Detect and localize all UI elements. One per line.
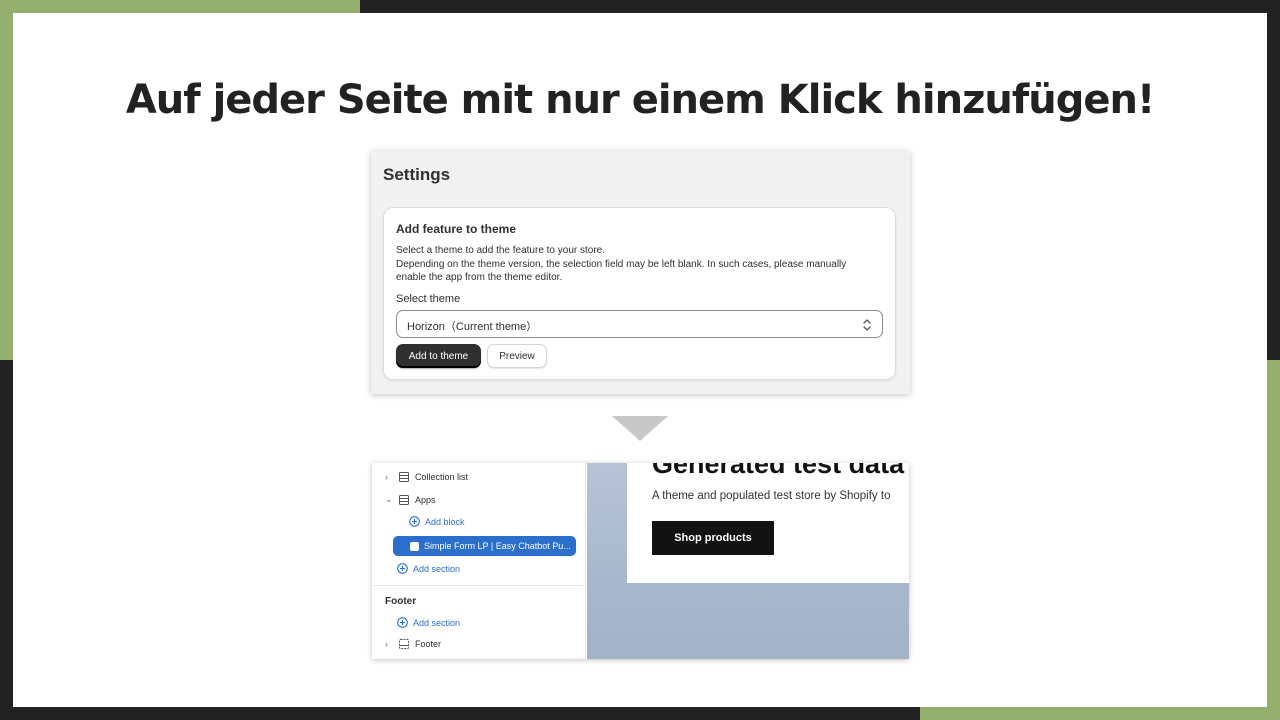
- description-line: Depending on the theme version, the sele…: [396, 258, 847, 270]
- theme-select[interactable]: Horizon（Current theme）: [396, 310, 883, 338]
- plus-circle-icon: [397, 563, 408, 574]
- sidebar-item-apps[interactable]: ⌄ Apps: [385, 494, 436, 505]
- settings-panel: Settings Add feature to theme Select a t…: [371, 151, 910, 394]
- store-preview: Generated test data A theme and populate…: [587, 463, 909, 659]
- app-icon: [410, 542, 419, 551]
- add-block-link[interactable]: Add block: [409, 516, 465, 527]
- theme-select-value: Horizon（Current theme）: [407, 321, 538, 333]
- footer-group-heading: Footer: [385, 596, 417, 607]
- sidebar-item-label: Collection list: [415, 472, 469, 482]
- hero-title: Generated test data: [652, 463, 905, 479]
- description-line: enable the app from the theme editor.: [396, 272, 563, 283]
- section-icon: [399, 494, 409, 505]
- plus-circle-icon: [409, 516, 420, 527]
- sidebar-item-label: Apps: [415, 494, 436, 505]
- shop-products-button[interactable]: Shop products: [652, 521, 774, 555]
- sidebar-item-footer[interactable]: › Footer: [385, 639, 441, 649]
- section-icon: [399, 472, 409, 482]
- preview-button[interactable]: Preview: [487, 344, 547, 368]
- add-footer-section-link[interactable]: Add section: [397, 617, 460, 628]
- sidebar-item-selected-app[interactable]: Simple Form LP | Easy Chatbot Pu...: [393, 536, 576, 556]
- card-description: Select a theme to add the feature to you…: [396, 244, 891, 285]
- add-block-label: Add block: [425, 516, 465, 527]
- add-section-link[interactable]: Add section: [397, 563, 460, 574]
- hero-subtitle: A theme and populated test store by Shop…: [652, 490, 891, 502]
- down-arrow-icon: [612, 416, 668, 441]
- plus-circle-icon: [397, 617, 408, 628]
- headline: Auf jeder Seite mit nur einem Klick hinz…: [125, 77, 1155, 123]
- theme-editor: › Collection list ⌄ Apps Add block Simpl…: [372, 463, 909, 659]
- sidebar-item-label: Footer: [415, 639, 442, 649]
- card-title: Add feature to theme: [396, 222, 517, 236]
- hero-card: Generated test data A theme and populate…: [627, 463, 909, 583]
- chevron-up-down-icon: [863, 319, 871, 331]
- editor-sidebar: › Collection list ⌄ Apps Add block Simpl…: [372, 463, 586, 659]
- add-feature-card: Add feature to theme Select a theme to a…: [383, 207, 896, 380]
- add-to-theme-button[interactable]: Add to theme: [396, 344, 481, 368]
- divider: [372, 585, 585, 586]
- slide: Auf jeder Seite mit nur einem Klick hinz…: [13, 13, 1267, 707]
- add-section-label: Add section: [413, 563, 461, 574]
- select-theme-label: Select theme: [396, 293, 461, 305]
- chevron-right-icon: ›: [385, 472, 388, 482]
- selected-app-label: Simple Form LP | Easy Chatbot Pu...: [424, 541, 571, 551]
- chevron-right-icon: ›: [385, 639, 388, 649]
- settings-title: Settings: [383, 165, 451, 184]
- chevron-down-icon: ⌄: [385, 494, 393, 504]
- description-line: Select a theme to add the feature to you…: [396, 245, 606, 256]
- add-section-label: Add section: [413, 617, 461, 628]
- sidebar-item-collection-list[interactable]: › Collection list: [385, 472, 468, 482]
- footer-section-icon: [399, 639, 409, 649]
